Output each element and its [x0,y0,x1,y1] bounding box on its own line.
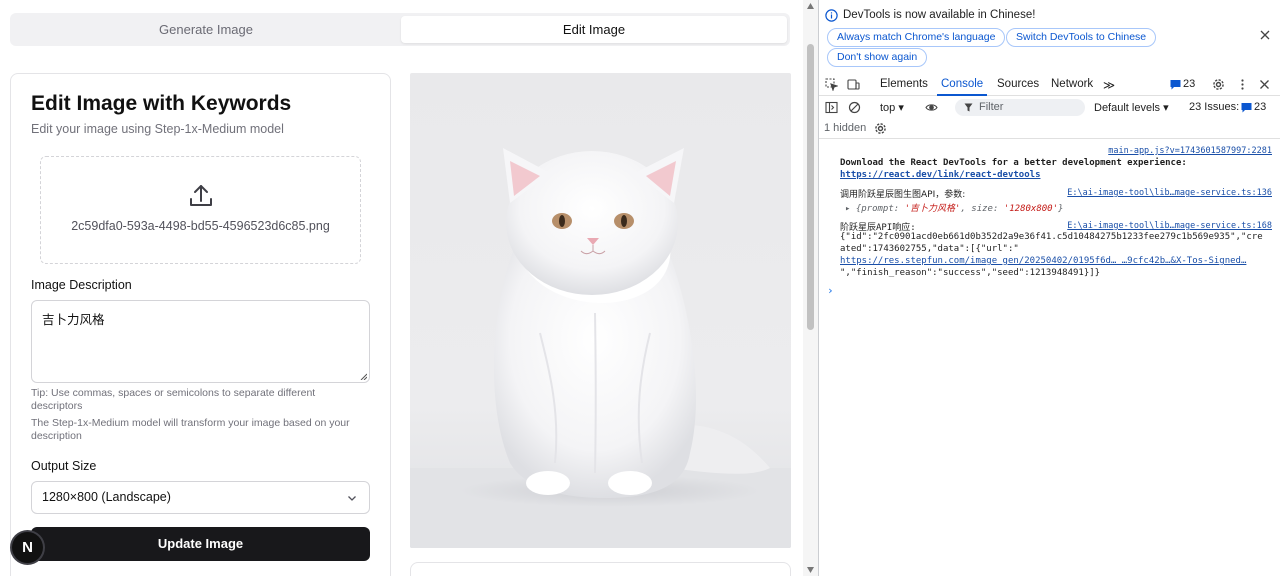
context-selector[interactable]: top ▾ [880,101,904,114]
output-size-label: Output Size [31,459,97,473]
log-source-link[interactable]: E:\ai-image-tool\lib…mage-service.ts:136 [1067,188,1272,198]
log-source-link[interactable]: E:\ai-image-tool\lib…mage-service.ts:168 [1067,221,1272,231]
nextjs-badge-button[interactable]: N [12,532,43,563]
always-match-language-button[interactable]: Always match Chrome's language [827,28,1006,47]
mode-tabs: Generate Image Edit Image [10,13,790,46]
tab-edit-image[interactable]: Edit Image [401,16,787,43]
devtools-panel: DevTools is now available in Chinese! Al… [818,0,1280,576]
response-image-url-link[interactable]: https://res.stepfun.com/image_gen/202504… [840,256,1272,266]
console-settings-gear-icon[interactable] [874,122,887,135]
language-infobar: DevTools is now available in Chinese! Al… [819,0,1280,70]
issues-label[interactable]: 23 Issues: [1189,101,1239,113]
info-icon [825,9,838,22]
page-scrollbar[interactable] [803,0,818,576]
filter-placeholder: Filter [979,101,1004,113]
console-prompt-input[interactable]: › [827,284,834,297]
scroll-down-arrow-icon[interactable] [806,566,815,574]
log-levels-dropdown[interactable]: Default levels ▾ [1094,101,1169,114]
response-json-line: ","finish_reason":"success","seed":12139… [840,268,1101,278]
console-message: Download the React DevTools for a better… [840,158,1187,168]
output-size-value: 1280×800 (Landscape) [42,490,171,504]
image-upload-dropzone[interactable]: 2c59dfa0-593a-4498-bd55-4596523d6c85.png [40,156,361,264]
devtools-tabbar: Elements Console Sources Network ≫ 23 [819,73,1280,96]
screen: Generate Image Edit Image Edit Image wit… [0,0,1280,576]
infobar-message: DevTools is now available in Chinese! [843,9,1036,21]
sidebar-toggle-icon[interactable] [825,101,838,114]
log-source-link[interactable]: main-app.js?v=1743601587997:2281 [1108,146,1272,156]
issues-count: 23 [1254,101,1267,113]
resize-handle-icon[interactable] [360,373,367,380]
uploaded-file-name: 2c59dfa0-593a-4498-bd55-4596523d6c85.png [71,219,330,233]
react-devtools-link[interactable]: https://react.dev/link/react-devtools [840,170,1272,180]
hidden-count: 1 hidden [824,122,867,134]
tab-elements[interactable]: Elements [880,78,928,90]
upload-icon [190,185,212,206]
tab-generate-image[interactable]: Generate Image [13,16,399,43]
more-options-kebab-icon[interactable] [1236,78,1249,91]
image-tool-app: Generate Image Edit Image Edit Image wit… [0,0,803,576]
white-cat-photo [410,148,791,548]
tab-sources[interactable]: Sources [997,78,1039,90]
output-size-select[interactable]: 1280×800 (Landscape) [31,481,370,514]
card-title: Edit Image with Keywords [31,92,292,115]
description-textarea[interactable]: 吉卜力风格 [31,300,370,383]
description-label: Image Description [31,278,132,292]
image-preview [410,73,791,548]
update-image-button[interactable]: Update Image [31,527,370,561]
tip-model: The Step-1x-Medium model will transform … [31,417,350,442]
response-json-line: {"id":"2fc0901acd0eb661d0b352d2a9e36f41.… [840,232,1263,242]
tip-separators: Tip: Use commas, spaces or semicolons to… [31,387,316,412]
console-filter-input[interactable]: Filter [955,99,1085,116]
device-toolbar-icon[interactable] [847,78,860,91]
close-infobar-icon[interactable] [1260,30,1270,40]
console-output: main-app.js?v=1743601587997:2281 Downloa… [819,141,1280,576]
response-json-line: ated":1743602755,"data":[{"url":" [840,244,1019,254]
close-devtools-icon[interactable] [1258,78,1271,91]
logged-object[interactable]: ▸ {prompt: '吉卜力风格', size: '1280x800'} [845,201,1272,214]
console-toolbar-row2: 1 hidden [819,119,1280,139]
filter-icon [964,103,973,112]
message-icon[interactable] [1169,78,1182,91]
settings-gear-icon[interactable] [1212,78,1225,91]
inspect-element-icon[interactable] [825,78,838,91]
live-expression-eye-icon[interactable] [925,101,938,114]
scrollbar-thumb[interactable] [807,44,814,330]
description-value: 吉卜力风格 [42,312,105,327]
edit-form-card: Edit Image with Keywords Edit your image… [10,73,391,576]
tab-console[interactable]: Console [936,78,988,96]
message-count: 23 [1183,78,1196,90]
switch-to-chinese-button[interactable]: Switch DevTools to Chinese [1006,28,1157,47]
result-card [410,562,791,576]
more-tabs-icon[interactable]: ≫ [1103,78,1115,92]
dont-show-again-button[interactable]: Don't show again [827,48,928,67]
tab-network[interactable]: Network [1051,78,1093,90]
issues-message-icon[interactable] [1240,101,1253,114]
clear-console-icon[interactable] [848,101,861,114]
card-subtitle: Edit your image using Step-1x-Medium mod… [31,122,284,136]
chevron-down-icon [348,496,356,501]
console-toolbar: top ▾ Filter Default levels ▾ 23 Issues:… [819,97,1280,119]
scroll-up-arrow-icon[interactable] [806,2,815,10]
